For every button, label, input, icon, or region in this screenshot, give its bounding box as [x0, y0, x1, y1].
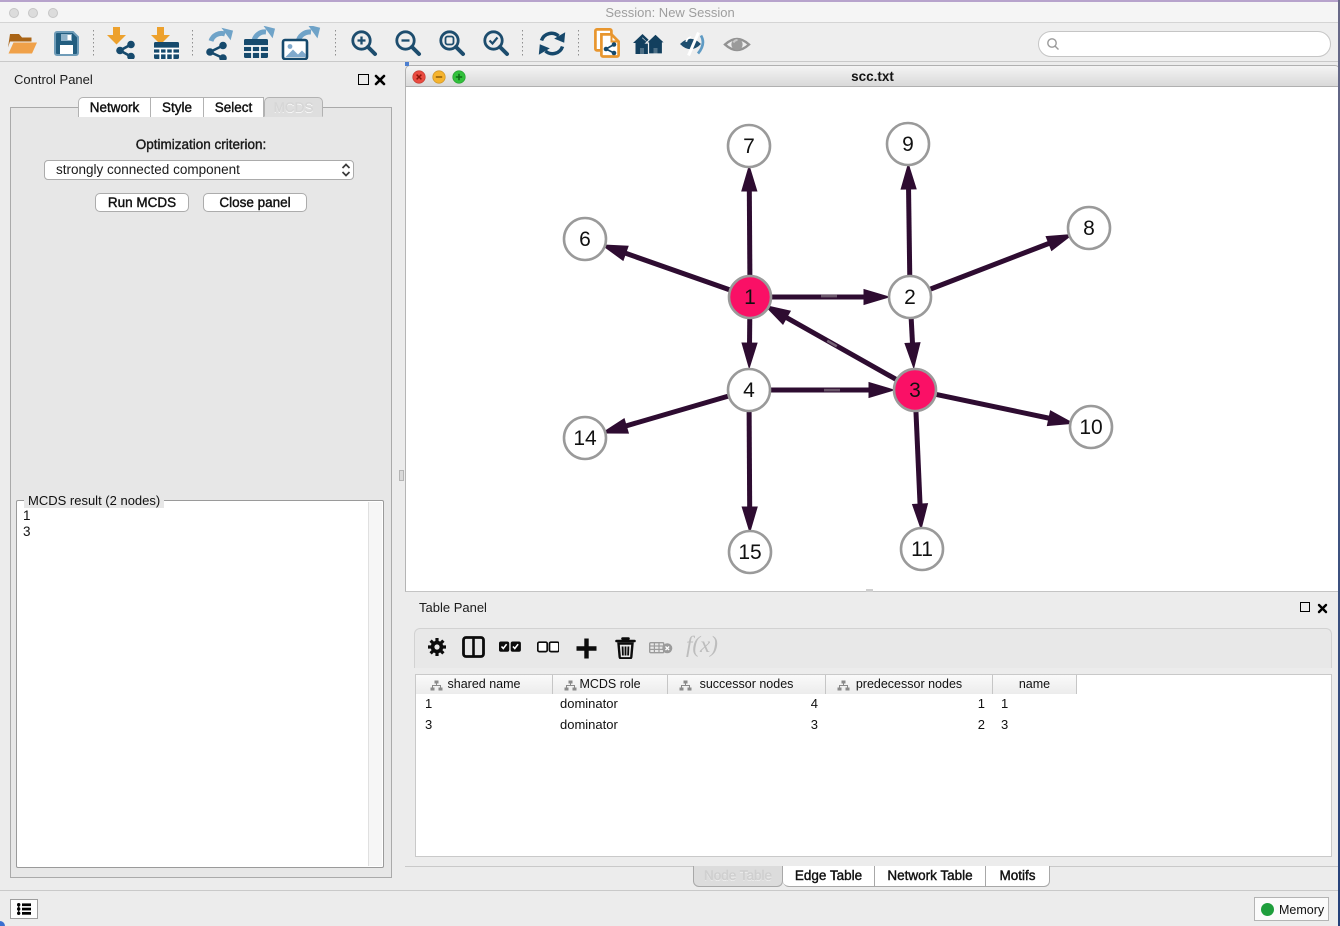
svg-text:15: 15	[738, 541, 761, 564]
svg-text:10: 10	[1079, 416, 1102, 439]
svg-text:8: 8	[1083, 217, 1095, 240]
svg-text:3: 3	[909, 379, 921, 402]
svg-text:4: 4	[743, 379, 755, 402]
svg-text:7: 7	[743, 135, 755, 158]
svg-text:14: 14	[573, 427, 597, 450]
svg-text:6: 6	[579, 228, 591, 251]
svg-text:11: 11	[911, 538, 933, 561]
svg-text:1: 1	[744, 286, 756, 309]
svg-text:2: 2	[904, 286, 916, 309]
svg-text:9: 9	[902, 133, 914, 156]
